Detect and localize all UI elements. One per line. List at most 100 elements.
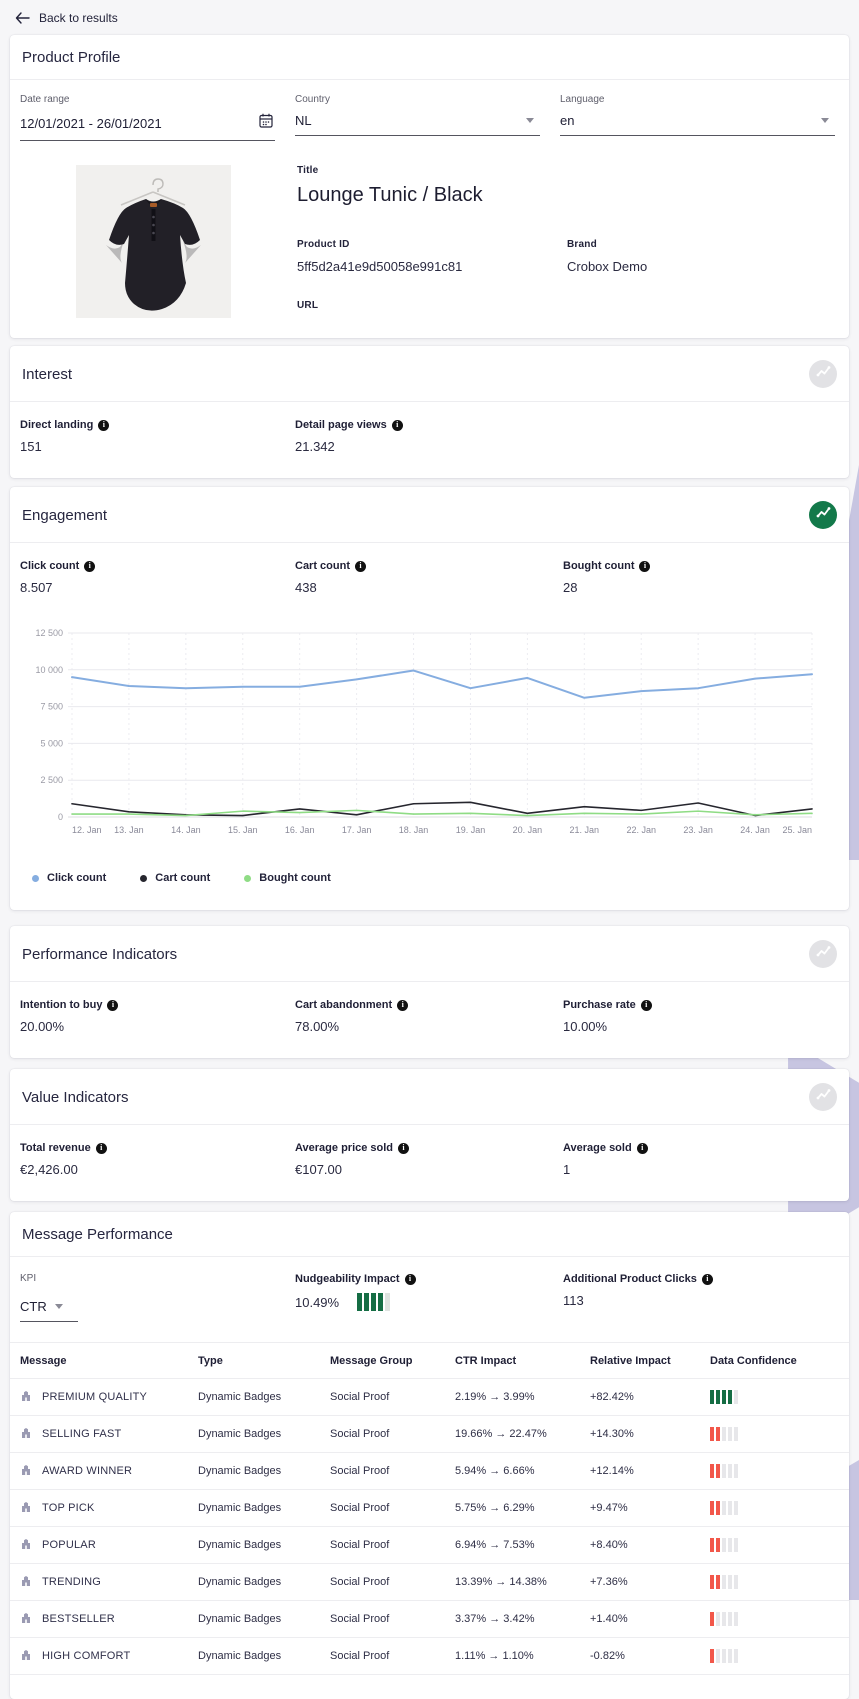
back-link[interactable]: Back to results bbox=[10, 0, 849, 35]
column-header[interactable]: Data Confidence bbox=[710, 1355, 849, 1367]
stat-label-text: Cart abandonment bbox=[295, 999, 393, 1011]
message-performance-card: Message Performance KPI CTR Nudgeability… bbox=[10, 1212, 849, 1699]
trend-icon bbox=[816, 1088, 831, 1106]
info-icon[interactable] bbox=[701, 1273, 713, 1285]
stat-label: Cart abandonment bbox=[295, 999, 563, 1011]
group-cell: Social Proof bbox=[330, 1465, 390, 1477]
stat-label-text: Click count bbox=[20, 560, 80, 572]
table-row[interactable]: AWARD WINNER Dynamic Badges Social Proof 5.… bbox=[10, 1453, 849, 1490]
table-row[interactable]: BESTSELLER Dynamic Badges Social Proof 3.37… bbox=[10, 1601, 849, 1638]
performance-chart-toggle[interactable] bbox=[809, 940, 837, 968]
stat-label-text: Detail page views bbox=[295, 419, 387, 431]
confidence-bar bbox=[734, 1464, 738, 1478]
nudgeability-value: 10.49% bbox=[295, 1294, 340, 1310]
relative-impact-cell: +14.30% bbox=[590, 1428, 634, 1440]
date-range-input[interactable]: 12/01/2021 - 26/01/2021 bbox=[20, 111, 275, 141]
confidence-bar bbox=[728, 1464, 732, 1478]
ctr-impact-cell: 3.37% → 3.42% bbox=[455, 1613, 535, 1625]
confidence-bars bbox=[710, 1538, 849, 1552]
table-row[interactable]: TRENDING Dynamic Badges Social Proof 13.39%… bbox=[10, 1564, 849, 1601]
message-cell: TOP PICK bbox=[20, 1501, 198, 1516]
info-icon[interactable] bbox=[404, 1273, 416, 1285]
type-cell: Dynamic Badges bbox=[198, 1465, 282, 1477]
table-header-row: Message Type Message Group CTR Impact Relati… bbox=[10, 1343, 849, 1379]
stat-label: Click count bbox=[20, 560, 295, 572]
brand-value: Crobox Demo bbox=[567, 259, 648, 274]
info-icon[interactable] bbox=[636, 1142, 648, 1154]
info-icon[interactable] bbox=[397, 999, 409, 1011]
info-icon[interactable] bbox=[355, 560, 366, 572]
ctr-impact-cell: 5.75% → 6.29% bbox=[455, 1502, 535, 1514]
stat-label: Cart count bbox=[295, 560, 563, 572]
x-tick-label: 21. Jan bbox=[570, 825, 600, 835]
nudge-bar bbox=[371, 1293, 377, 1311]
stat-value: 78.00% bbox=[295, 1019, 340, 1034]
stat: Direct landing 151 bbox=[20, 419, 295, 454]
info-icon[interactable] bbox=[640, 999, 652, 1011]
column-header[interactable]: Type bbox=[198, 1355, 330, 1367]
legend-item[interactable]: Click count bbox=[32, 872, 106, 884]
x-tick-label: 15. Jan bbox=[228, 825, 258, 835]
confidence-bar bbox=[722, 1612, 726, 1626]
info-icon[interactable] bbox=[95, 1142, 107, 1154]
value-indicators-title: Value Indicators bbox=[22, 1088, 129, 1106]
table-row[interactable]: HIGH COMFORT Dynamic Badges Social Proof 1.… bbox=[10, 1638, 849, 1675]
stat: Average sold 1 bbox=[563, 1142, 839, 1177]
engagement-chart-toggle[interactable] bbox=[809, 501, 837, 529]
table-row[interactable]: TOP PICK Dynamic Badges Social Proof 5.75% … bbox=[10, 1490, 849, 1527]
column-header[interactable]: Message Group bbox=[330, 1355, 455, 1367]
type-cell: Dynamic Badges bbox=[198, 1650, 282, 1662]
message-cell: TRENDING bbox=[20, 1575, 198, 1590]
additional-clicks-stat: Additional Product Clicks 113 bbox=[563, 1273, 839, 1322]
message-text: POPULAR bbox=[42, 1539, 96, 1551]
stat: Click count 8.507 bbox=[20, 560, 295, 595]
interest-chart-toggle[interactable] bbox=[809, 360, 837, 388]
confidence-bar bbox=[734, 1538, 738, 1552]
x-tick-label: 14. Jan bbox=[171, 825, 201, 835]
trend-icon bbox=[816, 506, 831, 524]
info-icon[interactable] bbox=[391, 419, 403, 431]
confidence-bar bbox=[734, 1575, 738, 1589]
badge-icon bbox=[20, 1427, 32, 1442]
kpi-label: KPI bbox=[20, 1273, 37, 1284]
table-row[interactable]: POPULAR Dynamic Badges Social Proof 6.94% →… bbox=[10, 1527, 849, 1564]
info-icon[interactable] bbox=[639, 560, 651, 572]
column-header[interactable]: CTR Impact bbox=[455, 1355, 590, 1367]
confidence-bar bbox=[728, 1390, 732, 1404]
info-icon[interactable] bbox=[107, 999, 119, 1011]
legend-item[interactable]: Bought count bbox=[244, 872, 331, 884]
relative-impact-cell: +82.42% bbox=[590, 1391, 634, 1403]
legend-item[interactable]: Cart count bbox=[140, 872, 210, 884]
value-chart-toggle[interactable] bbox=[809, 1083, 837, 1111]
kpi-select[interactable]: CTR bbox=[20, 1295, 78, 1322]
type-cell: Dynamic Badges bbox=[198, 1613, 282, 1625]
info-icon[interactable] bbox=[398, 1142, 410, 1154]
x-tick-label: 13. Jan bbox=[114, 825, 144, 835]
legend-label: Bought count bbox=[259, 872, 331, 884]
url-label: URL bbox=[297, 300, 319, 311]
stat: Cart abandonment 78.00% bbox=[295, 999, 563, 1034]
badge-icon bbox=[20, 1501, 32, 1516]
country-select[interactable]: NL bbox=[295, 111, 540, 136]
stat-value: 10.00% bbox=[563, 1019, 608, 1034]
additional-clicks-label: Additional Product Clicks bbox=[563, 1273, 697, 1285]
confidence-bar bbox=[734, 1390, 738, 1404]
column-header[interactable]: Message bbox=[20, 1355, 198, 1367]
message-text: TOP PICK bbox=[42, 1502, 95, 1514]
legend-dot bbox=[32, 874, 39, 882]
language-value: en bbox=[560, 113, 575, 128]
message-table: Message Type Message Group CTR Impact Relati… bbox=[10, 1342, 849, 1675]
table-row[interactable]: PREMIUM QUALITY Dynamic Badges Social Proo… bbox=[10, 1379, 849, 1416]
relative-impact-cell: +7.36% bbox=[590, 1576, 628, 1588]
info-icon[interactable] bbox=[98, 419, 110, 431]
table-row[interactable]: SELLING FAST Dynamic Badges Social Proof 19… bbox=[10, 1416, 849, 1453]
language-select[interactable]: en bbox=[560, 111, 835, 136]
stat-value: 21.342 bbox=[295, 439, 335, 454]
message-cell: SELLING FAST bbox=[20, 1427, 198, 1442]
info-icon[interactable] bbox=[84, 560, 96, 572]
column-header[interactable]: Relative Impact bbox=[590, 1355, 710, 1367]
country-value: NL bbox=[295, 113, 312, 128]
calendar-icon[interactable] bbox=[259, 113, 273, 133]
ctr-impact-cell: 5.94% → 6.66% bbox=[455, 1465, 535, 1477]
badge-icon bbox=[20, 1575, 32, 1590]
